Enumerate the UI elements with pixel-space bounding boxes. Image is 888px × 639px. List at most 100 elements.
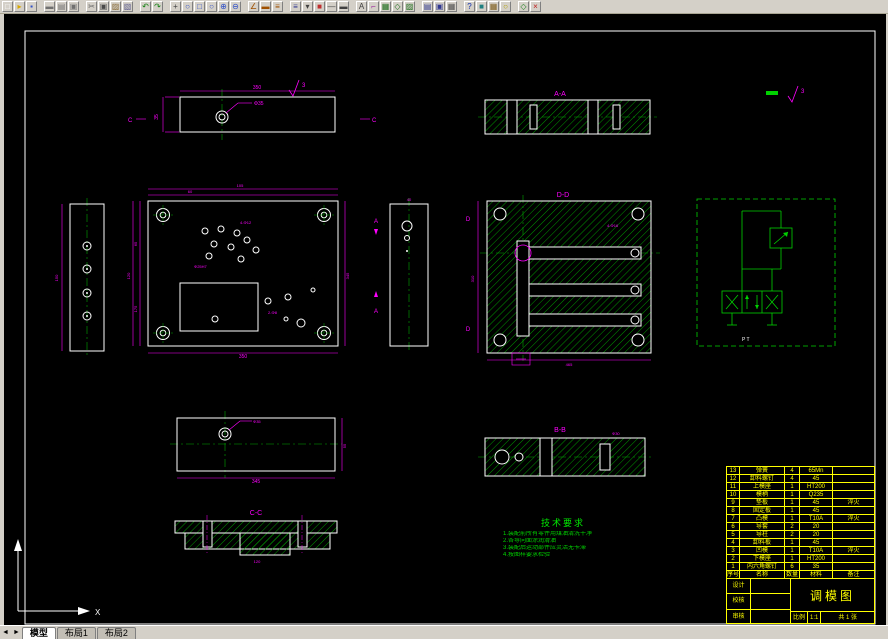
dim-plate-thick: 35 bbox=[154, 114, 160, 120]
parts-cell-name: 凹模 bbox=[740, 547, 785, 554]
hydraulic-schematic: P T bbox=[696, 198, 836, 347]
parts-cell-no: 11 bbox=[727, 483, 740, 490]
parts-cell-qty: 2 bbox=[785, 531, 800, 538]
view-top-plate: 35 350 Φ35 C C bbox=[128, 85, 377, 140]
linetype-icon[interactable]: — bbox=[326, 1, 337, 12]
dim-plate-width: 350 bbox=[253, 85, 262, 91]
tab-nav-next-button[interactable]: ► bbox=[11, 627, 22, 639]
color-control-icon[interactable]: ■ bbox=[314, 1, 325, 12]
toolbar-icon-glyph: □ bbox=[197, 2, 202, 11]
render-icon[interactable]: ■ bbox=[476, 1, 487, 12]
svg-text:Φ35: Φ35 bbox=[253, 419, 261, 424]
zoom-window-icon[interactable]: □ bbox=[194, 1, 205, 12]
parts-cell-qty: 1 bbox=[785, 515, 800, 522]
undo-icon[interactable]: ↶ bbox=[140, 1, 151, 12]
view-section-cc: C-C 120 bbox=[174, 510, 338, 564]
open-icon[interactable]: ▸ bbox=[14, 1, 25, 12]
layers-icon[interactable]: ≡ bbox=[290, 1, 301, 12]
hatch-tool-icon[interactable]: ▨ bbox=[404, 1, 415, 12]
parts-cell-rem bbox=[833, 555, 874, 562]
exit-icon[interactable]: × bbox=[530, 1, 541, 12]
parts-cell-mat: T10A bbox=[800, 515, 833, 522]
new-icon[interactable]: □ bbox=[2, 1, 13, 12]
lineweight-icon[interactable]: ▬ bbox=[338, 1, 349, 12]
properties-icon[interactable]: ▤ bbox=[422, 1, 433, 12]
toolbar-icon-glyph: ▣ bbox=[69, 2, 78, 11]
check-label: 校核 bbox=[727, 594, 751, 609]
toolbar-icon-glyph: ▬ bbox=[339, 2, 348, 11]
roughness-symbol-view1: 3 bbox=[288, 79, 306, 97]
view-section-bb: B-B Φ30 bbox=[478, 427, 652, 477]
toolbar-icon-glyph: ▾ bbox=[305, 2, 310, 11]
distance-icon[interactable]: ∠ bbox=[248, 1, 259, 12]
tab-layout1[interactable]: 布局1 bbox=[56, 627, 96, 639]
match-properties-icon[interactable]: ▧ bbox=[122, 1, 133, 12]
tech-req-line: 3.装配后运动部件应灵活无卡滞 bbox=[503, 545, 587, 551]
toolbar-icon-glyph: ≡ bbox=[293, 2, 298, 11]
toolbar-icon-glyph: ▸ bbox=[17, 2, 22, 11]
svg-text:60: 60 bbox=[188, 189, 193, 194]
zoom-out-icon[interactable]: ⊖ bbox=[230, 1, 241, 12]
cad-application-window: □ ▸ ▪ ▬ ▤ ▣ ✂ ▣ ▨ ▧ ↶ ↷ + ○ □ ○ ⊕ ⊖ ∠ ▬ ≡ ≡ ▾ ■ — ▬ A ⌐ ▦ ◇ ▨ ▤ ▣ ▦? ■ ▦ ○ ◇ × bbox=[0, 0, 888, 639]
text-style-icon[interactable]: A bbox=[356, 1, 367, 12]
toolbar-icon-glyph: ▤ bbox=[423, 2, 432, 11]
copy-icon[interactable]: ▣ bbox=[98, 1, 109, 12]
toolbar-icon-glyph: ▪ bbox=[30, 2, 33, 11]
parts-header-no: 序号 bbox=[727, 571, 740, 578]
print-preview-icon[interactable]: ▤ bbox=[56, 1, 67, 12]
导柱: 5 导柱 2 20 bbox=[727, 531, 874, 539]
paste-icon[interactable]: ▨ bbox=[110, 1, 121, 12]
svg-text:465: 465 bbox=[566, 362, 573, 367]
help-icon[interactable]: ? bbox=[464, 1, 475, 12]
redo-icon[interactable]: ↷ bbox=[152, 1, 163, 12]
publish-icon[interactable]: ▣ bbox=[68, 1, 79, 12]
section-aa-label: A-A bbox=[554, 91, 566, 98]
block-icon[interactable]: ◇ bbox=[392, 1, 403, 12]
materials-icon[interactable]: ▦ bbox=[488, 1, 499, 12]
zoom-realtime-icon[interactable]: ○ bbox=[182, 1, 193, 12]
toolbar-icon-glyph: ▣ bbox=[99, 2, 108, 11]
cut-icon[interactable]: ✂ bbox=[86, 1, 97, 12]
list-icon[interactable]: ≡ bbox=[272, 1, 283, 12]
designcenter-icon[interactable]: ▣ bbox=[434, 1, 445, 12]
parts-cell-qty: 6 bbox=[785, 563, 800, 570]
table-icon[interactable]: ▦ bbox=[380, 1, 391, 12]
svg-text:350: 350 bbox=[239, 354, 248, 360]
dim-side-plate-len: 150 bbox=[54, 274, 59, 281]
svg-text:120: 120 bbox=[126, 272, 131, 279]
tab-model[interactable]: 模型 bbox=[21, 627, 56, 639]
title-block: 13 弹簧 4 65Mn 12 卸料螺钉 4 45 11 上模座 1 HT200 bbox=[726, 466, 875, 624]
下模座: 2 下模座 1 HT200 bbox=[727, 555, 874, 563]
section-mark-c-right: C bbox=[372, 118, 377, 124]
plot-icon[interactable]: ▬ bbox=[44, 1, 55, 12]
parts-cell-no: 10 bbox=[727, 491, 740, 498]
calculator-icon[interactable]: ▦ bbox=[446, 1, 457, 12]
parts-cell-qty: 1 bbox=[785, 507, 800, 514]
tab-nav-prev-button[interactable]: ◄ bbox=[0, 627, 11, 639]
tab-layout2[interactable]: 布局2 bbox=[96, 627, 136, 639]
toolbar-icon-glyph: ◇ bbox=[520, 2, 527, 11]
固定板: 8 固定板 1 45 bbox=[727, 507, 874, 515]
section-mark-a-top: A bbox=[374, 219, 378, 225]
zoom-previous-icon[interactable]: ○ bbox=[206, 1, 217, 12]
sheet-label: 共 1 张 bbox=[838, 615, 858, 621]
drawing-canvas[interactable]: 35 350 Φ35 C C A-A 3 3 150 65 120 175 60… bbox=[4, 14, 886, 626]
save-icon[interactable]: ▪ bbox=[26, 1, 37, 12]
zoom-in-icon[interactable]: ⊕ bbox=[218, 1, 229, 12]
section-mark-c-left: C bbox=[128, 118, 133, 124]
parts-cell-no: 9 bbox=[727, 499, 740, 506]
pan-icon[interactable]: + bbox=[170, 1, 181, 12]
toolbar-icon-glyph: □ bbox=[5, 2, 10, 11]
lights-icon[interactable]: ○ bbox=[500, 1, 511, 12]
toolbar-icon-glyph: ○ bbox=[209, 2, 214, 11]
dim-style-icon[interactable]: ⌐ bbox=[368, 1, 379, 12]
toolbar-icon-glyph: ▤ bbox=[57, 2, 66, 11]
导套: 6 导套 2 20 bbox=[727, 523, 874, 531]
toolbar-icon-glyph: ▨ bbox=[111, 2, 120, 11]
tech-req-line: 2.各导向面涂润滑油 bbox=[503, 538, 557, 544]
area-icon[interactable]: ▬ bbox=[260, 1, 271, 12]
toolbar-icon-glyph: A bbox=[358, 2, 365, 11]
parts-cell-name: 弹簧 bbox=[740, 467, 785, 474]
layer-control-icon[interactable]: ▾ bbox=[302, 1, 313, 12]
osnap-icon[interactable]: ◇ bbox=[518, 1, 529, 12]
